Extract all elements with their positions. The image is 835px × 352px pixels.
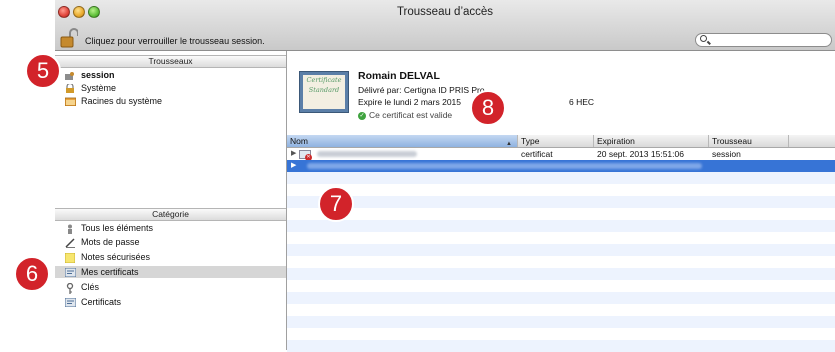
row-type: certificat bbox=[521, 149, 553, 159]
disclosure-triangle-icon[interactable]: ▶ bbox=[291, 148, 296, 160]
search-input[interactable] bbox=[695, 33, 832, 47]
sidebar-item-label: Racines du système bbox=[81, 96, 163, 106]
sidebar-item-label: Mots de passe bbox=[81, 237, 140, 247]
note-icon bbox=[64, 252, 76, 264]
certificate-icon bbox=[64, 297, 77, 308]
column-header-empty bbox=[789, 135, 835, 147]
column-label: Nom bbox=[290, 136, 308, 146]
certificate-expiry-tail: 6 HEC bbox=[569, 97, 595, 107]
certificate-status: ✓ Ce certificat est valide bbox=[358, 110, 452, 120]
certificate-image: Certificate Standard bbox=[299, 71, 349, 113]
table-row-selected[interactable]: ▶ bbox=[287, 160, 835, 172]
keychains-header: Trousseaux bbox=[55, 55, 286, 68]
table-row[interactable]: ▶ ✕ certificat 20 sept. 2013 15:51:06 se… bbox=[287, 148, 835, 161]
keychain-window: Trousseau d’accès Cliquez pour verrouill… bbox=[55, 0, 835, 352]
certificate-name: Romain DELVAL bbox=[358, 70, 440, 82]
blurred-row-content bbox=[307, 163, 702, 169]
sidebar-item-session[interactable]: session bbox=[55, 69, 286, 81]
sidebar-item-notes[interactable]: Notes sécurisées bbox=[55, 251, 286, 264]
table-body: ▶ ✕ certificat 20 sept. 2013 15:51:06 se… bbox=[287, 148, 835, 352]
sidebar-item-certificates[interactable]: Certificats bbox=[55, 296, 286, 308]
column-header-name[interactable]: Nom ▲ bbox=[287, 135, 518, 147]
sidebar-item-systeme[interactable]: Système bbox=[55, 82, 286, 94]
column-header-expiration[interactable]: Expiration bbox=[594, 135, 709, 147]
disclosure-triangle-icon[interactable]: ▶ bbox=[291, 160, 296, 172]
lock-instruction: Cliquez pour verrouiller le trousseau se… bbox=[85, 36, 265, 46]
sidebar-item-label: Certificats bbox=[81, 297, 122, 307]
certificate-valid-text: Ce certificat est valide bbox=[369, 110, 453, 120]
sidebar-item-label: session bbox=[81, 70, 115, 80]
check-icon: ✓ bbox=[358, 111, 366, 120]
sidebar-item-label: Notes sécurisées bbox=[81, 252, 151, 262]
lock-icon[interactable] bbox=[60, 28, 79, 48]
people-icon bbox=[65, 224, 75, 234]
certificate-image-subtitle: Standard bbox=[308, 86, 340, 94]
certificate-icon bbox=[64, 267, 77, 278]
lock-icon bbox=[65, 82, 75, 93]
sidebar-item-all[interactable]: Tous les éléments bbox=[55, 222, 286, 234]
key-pen-icon bbox=[65, 238, 75, 248]
sidebar-item-label: Système bbox=[81, 83, 117, 93]
sidebar-item-racines[interactable]: Racines du système bbox=[55, 95, 286, 107]
blurred-name bbox=[317, 151, 417, 157]
window-title: Trousseau d’accès bbox=[396, 6, 494, 18]
certificate-expiry: Expire le lundi 2 mars 2015 bbox=[358, 97, 462, 107]
table-header: Nom ▲ Type Expiration Trousseau bbox=[287, 135, 835, 148]
sidebar-item-label: Clés bbox=[81, 282, 100, 292]
certificate-issuer: Délivré par: Certigna ID PRIS Pro bbox=[358, 85, 485, 95]
column-header-keychain[interactable]: Trousseau bbox=[709, 135, 789, 147]
sidebar-item-passwords[interactable]: Mots de passe bbox=[55, 236, 286, 248]
callout-badge-8: 8 bbox=[470, 90, 506, 126]
sidebar-item-keys[interactable]: Clés bbox=[55, 281, 286, 294]
callout-badge-5: 5 bbox=[25, 53, 61, 89]
certificate-icon: ✕ bbox=[299, 150, 312, 161]
callout-badge-6: 6 bbox=[14, 256, 50, 292]
row-keychain: session bbox=[712, 149, 741, 159]
items-table: Nom ▲ Type Expiration Trousseau ▶ ✕ cert… bbox=[287, 135, 835, 352]
main-pane: Certificate Standard Romain DELVAL Déliv… bbox=[287, 51, 835, 352]
search-icon bbox=[700, 35, 707, 42]
keychain-icon bbox=[65, 71, 75, 80]
title-bar: Trousseau d’accès Cliquez pour verrouill… bbox=[55, 0, 835, 51]
folder-icon bbox=[64, 97, 77, 107]
key-icon bbox=[65, 282, 75, 294]
row-expiration: 20 sept. 2013 15:51:06 bbox=[597, 149, 684, 159]
sidebar-item-label: Mes certificats bbox=[81, 267, 139, 277]
category-header: Catégorie bbox=[55, 208, 286, 221]
callout-badge-7: 7 bbox=[318, 186, 354, 222]
sidebar-item-my-certificates[interactable]: Mes certificats bbox=[55, 266, 286, 278]
column-header-type[interactable]: Type bbox=[518, 135, 594, 147]
sidebar: Trousseaux session Système Racines du sy… bbox=[55, 51, 287, 350]
sidebar-item-label: Tous les éléments bbox=[81, 223, 154, 233]
certificate-image-title: Certificate bbox=[306, 76, 342, 84]
